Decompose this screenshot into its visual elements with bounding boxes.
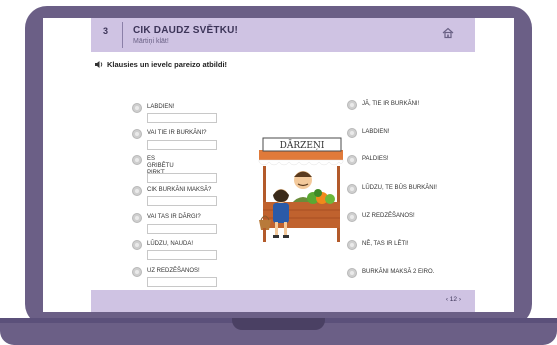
answer-option-label[interactable]: BURKĀNI MAKSĀ 2 EIRO. (362, 269, 434, 276)
answer-option-label[interactable]: JĀ, TIE IR BURKĀNI! (362, 101, 419, 108)
audio-bullet[interactable] (347, 100, 357, 110)
audio-bullet[interactable] (132, 186, 142, 196)
answer-option-label[interactable]: LABDIEN! (362, 129, 389, 136)
answer-option-label[interactable]: PALDIES! (362, 156, 389, 163)
drop-target[interactable] (147, 113, 217, 123)
answer-option-label[interactable]: UZ REDZĒŠANOS! (362, 213, 415, 220)
exercise-content: Klausies un ievelc pareizo atbildi! LABD… (91, 52, 475, 290)
audio-bullet[interactable] (347, 184, 357, 194)
audio-bullet[interactable] (132, 213, 142, 223)
audio-bullet[interactable] (132, 267, 142, 277)
left-item-label: VAI TAS IR DĀRGI? (147, 214, 201, 220)
speaker-icon[interactable] (94, 60, 104, 69)
market-stall-illustration: DĀRZEŅI (258, 137, 344, 242)
laptop-screen: 3 CIK DAUDZ SVĒTKU! Mārtiņi klāt! Klausi… (43, 18, 514, 312)
lesson-subtitle: Mārtiņi klāt! (133, 38, 169, 45)
instruction-text: Klausies un ievelc pareizo atbildi! (107, 60, 228, 69)
left-item-label: VAI TIE IR BURKĀNI? (147, 130, 207, 136)
home-icon[interactable] (441, 26, 455, 40)
audio-bullet[interactable] (347, 212, 357, 222)
left-item-label: UZ REDZĒŠANOS! (147, 268, 200, 274)
audio-bullet[interactable] (347, 240, 357, 250)
answer-option-label[interactable]: NĒ, TAS IR LĒTI! (362, 241, 408, 248)
audio-bullet[interactable] (132, 129, 142, 139)
footer-bar: ‹ 12 › (91, 290, 475, 312)
audio-bullet[interactable] (132, 103, 142, 113)
lesson-header: 3 CIK DAUDZ SVĒTKU! Mārtiņi klāt! (91, 18, 475, 52)
drop-target[interactable] (147, 140, 217, 150)
audio-bullet[interactable] (347, 268, 357, 278)
audio-bullet[interactable] (132, 155, 142, 165)
answer-option-label[interactable]: LŪDZU, TE BŪS BURKĀNI! (362, 185, 437, 192)
drop-target[interactable] (147, 224, 217, 234)
audio-bullet[interactable] (132, 240, 142, 250)
drop-target[interactable] (147, 277, 217, 287)
lesson-number: 3 (103, 26, 109, 36)
left-item-label: LŪDZU, NAUDA! (147, 241, 194, 247)
drop-target[interactable] (147, 173, 217, 183)
left-item-label: CIK BURKĀNI MAKSĀ? (147, 187, 212, 193)
left-item-label: LABDIEN! (147, 104, 175, 110)
header-divider (122, 22, 123, 48)
stall-sign-text: DĀRZEŅI (280, 139, 325, 151)
drop-target[interactable] (147, 250, 217, 260)
lesson-title: CIK DAUDZ SVĒTKU! (133, 25, 239, 36)
audio-bullet[interactable] (347, 155, 357, 165)
drop-target[interactable] (147, 196, 217, 206)
laptop-notch (232, 318, 325, 330)
page-navigator[interactable]: ‹ 12 › (446, 296, 461, 303)
audio-bullet[interactable] (347, 128, 357, 138)
